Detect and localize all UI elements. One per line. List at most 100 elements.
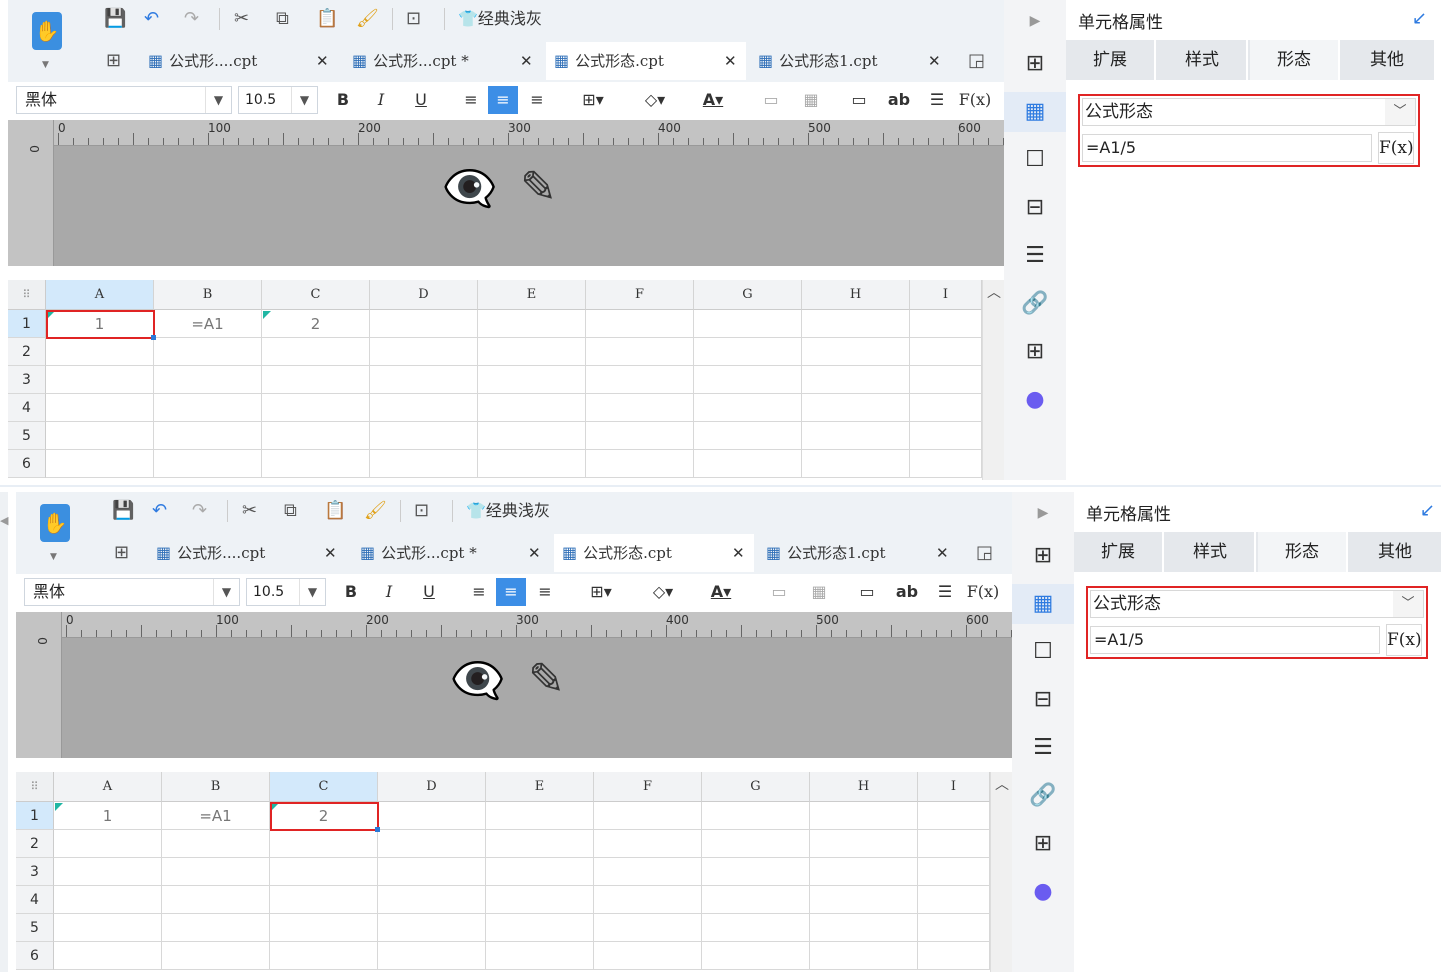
- sheet-icon[interactable]: ⊞: [1004, 44, 1066, 84]
- align-right-icon[interactable]: ≡: [522, 86, 552, 114]
- cell-F1[interactable]: [594, 802, 702, 830]
- cell-D3[interactable]: [370, 366, 478, 394]
- cell-D3[interactable]: [378, 858, 486, 886]
- tab-template-4[interactable]: ▦ 公式形态1.cpt: [750, 42, 950, 80]
- cell-F3[interactable]: [594, 858, 702, 886]
- cell-H3[interactable]: [810, 858, 918, 886]
- column-header-I[interactable]: I: [910, 280, 982, 310]
- text-field-icon[interactable]: ▭: [852, 578, 882, 606]
- column-header-G[interactable]: G: [702, 772, 810, 802]
- condition-attribute-icon[interactable]: ⊟: [1012, 680, 1074, 720]
- close-icon[interactable]: ✕: [528, 534, 541, 572]
- row-header-3[interactable]: 3: [8, 366, 46, 394]
- save-icon[interactable]: 💾: [112, 498, 134, 524]
- tab-template-4[interactable]: ▦ 公式形态1.cpt: [758, 534, 958, 572]
- cell-E3[interactable]: [478, 366, 586, 394]
- cell-E1[interactable]: [486, 802, 594, 830]
- hyperlink-icon[interactable]: 🔗: [1012, 776, 1074, 816]
- close-icon[interactable]: ✕: [316, 42, 329, 80]
- row-header-5[interactable]: 5: [16, 914, 54, 942]
- cell-E2[interactable]: [486, 830, 594, 858]
- cell-C5[interactable]: [270, 914, 378, 942]
- copy-icon[interactable]: ⧉: [284, 498, 297, 524]
- cell-H1[interactable]: [810, 802, 918, 830]
- cell-properties-icon[interactable]: ▦: [1004, 92, 1066, 132]
- cell-B4[interactable]: [154, 394, 262, 422]
- column-header-D[interactable]: D: [370, 280, 478, 310]
- column-header-C[interactable]: C: [270, 772, 378, 802]
- close-icon[interactable]: ✕: [928, 42, 941, 80]
- undo-icon[interactable]: ↶: [144, 6, 159, 32]
- cell-H6[interactable]: [802, 450, 910, 478]
- cell-G2[interactable]: [694, 338, 802, 366]
- row-header-4[interactable]: 4: [8, 394, 46, 422]
- cell-I2[interactable]: [918, 830, 990, 858]
- vertical-scrollbar[interactable]: ︿: [990, 772, 1012, 972]
- cell-D4[interactable]: [370, 394, 478, 422]
- cell-E4[interactable]: [478, 394, 586, 422]
- cell-C2[interactable]: [270, 830, 378, 858]
- cell-I3[interactable]: [910, 366, 982, 394]
- paste-icon[interactable]: 📋: [316, 6, 338, 32]
- cell-E5[interactable]: [486, 914, 594, 942]
- chevron-right-icon[interactable]: ▶: [1012, 496, 1074, 530]
- sheet-grid-icon[interactable]: ⊞: [114, 540, 129, 566]
- border-icon[interactable]: ⊞▾: [568, 86, 618, 114]
- hidden-eye-icon[interactable]: 👁‍🗨: [450, 654, 505, 706]
- cell-B6[interactable]: [162, 942, 270, 970]
- cell-B6[interactable]: [154, 450, 262, 478]
- cell-B4[interactable]: [162, 886, 270, 914]
- cell-F4[interactable]: [594, 886, 702, 914]
- ai-assistant-icon[interactable]: ●: [1012, 872, 1074, 912]
- hyperlink-icon[interactable]: 🔗: [1004, 284, 1066, 324]
- cell-I1[interactable]: [918, 802, 990, 830]
- cell-B3[interactable]: [154, 366, 262, 394]
- grid-corner-select-all[interactable]: ⠿: [8, 280, 46, 310]
- tab-template-1[interactable]: ▦ 公式形....cpt: [140, 42, 338, 80]
- cell-I4[interactable]: [918, 886, 990, 914]
- collapse-strip[interactable]: ◀: [0, 492, 8, 972]
- tab-template-1[interactable]: ▦ 公式形....cpt: [148, 534, 346, 572]
- redo-icon[interactable]: ↷: [184, 6, 199, 32]
- cell-E2[interactable]: [478, 338, 586, 366]
- text-field-icon[interactable]: ▭: [844, 86, 874, 114]
- cell-C6[interactable]: [270, 942, 378, 970]
- cell-C5[interactable]: [262, 422, 370, 450]
- widget-icon[interactable]: ☐: [1012, 632, 1074, 672]
- ab-text-icon[interactable]: ab: [884, 86, 914, 114]
- tab-form[interactable]: 形态: [1258, 532, 1348, 572]
- cell-G5[interactable]: [694, 422, 802, 450]
- cell-B1[interactable]: =A1: [154, 310, 262, 338]
- cell-F4[interactable]: [586, 394, 694, 422]
- chevron-right-icon[interactable]: ▶: [1004, 4, 1066, 38]
- cell-F5[interactable]: [586, 422, 694, 450]
- cell-E4[interactable]: [486, 886, 594, 914]
- formula-editor-button[interactable]: F(x): [1386, 624, 1422, 656]
- cell-B2[interactable]: [162, 830, 270, 858]
- cell-D4[interactable]: [378, 886, 486, 914]
- cell-A1[interactable]: 1: [54, 802, 162, 830]
- tab-template-2[interactable]: ▦ 公式形...cpt *: [352, 534, 552, 572]
- template-preview-icon[interactable]: ⊡: [406, 6, 421, 32]
- fill-color-icon[interactable]: ◇▾: [632, 86, 678, 114]
- tab-other[interactable]: 其他: [1342, 40, 1432, 80]
- formula-editor-button[interactable]: F(x): [1378, 132, 1414, 164]
- skin-selector[interactable]: 👕经典浅灰: [466, 498, 550, 524]
- font-family-select[interactable]: 黑体 ▼: [24, 578, 240, 606]
- column-header-D[interactable]: D: [378, 772, 486, 802]
- column-header-C[interactable]: C: [262, 280, 370, 310]
- pin-icon[interactable]: ↙: [1420, 500, 1435, 521]
- font-family-select[interactable]: 黑体 ▼: [16, 86, 232, 114]
- column-header-E[interactable]: E: [478, 280, 586, 310]
- cell-E6[interactable]: [486, 942, 594, 970]
- cell-D5[interactable]: [378, 914, 486, 942]
- cell-C2[interactable]: [262, 338, 370, 366]
- cell-E6[interactable]: [478, 450, 586, 478]
- cell-I4[interactable]: [910, 394, 982, 422]
- underline-button[interactable]: U: [416, 578, 442, 606]
- tab-expand[interactable]: 扩展: [1066, 40, 1156, 80]
- font-color-icon[interactable]: A▾: [690, 86, 736, 114]
- cell-D6[interactable]: [378, 942, 486, 970]
- report-block-icon[interactable]: ⊞: [1004, 332, 1066, 372]
- skin-selector[interactable]: 👕经典浅灰: [458, 6, 542, 32]
